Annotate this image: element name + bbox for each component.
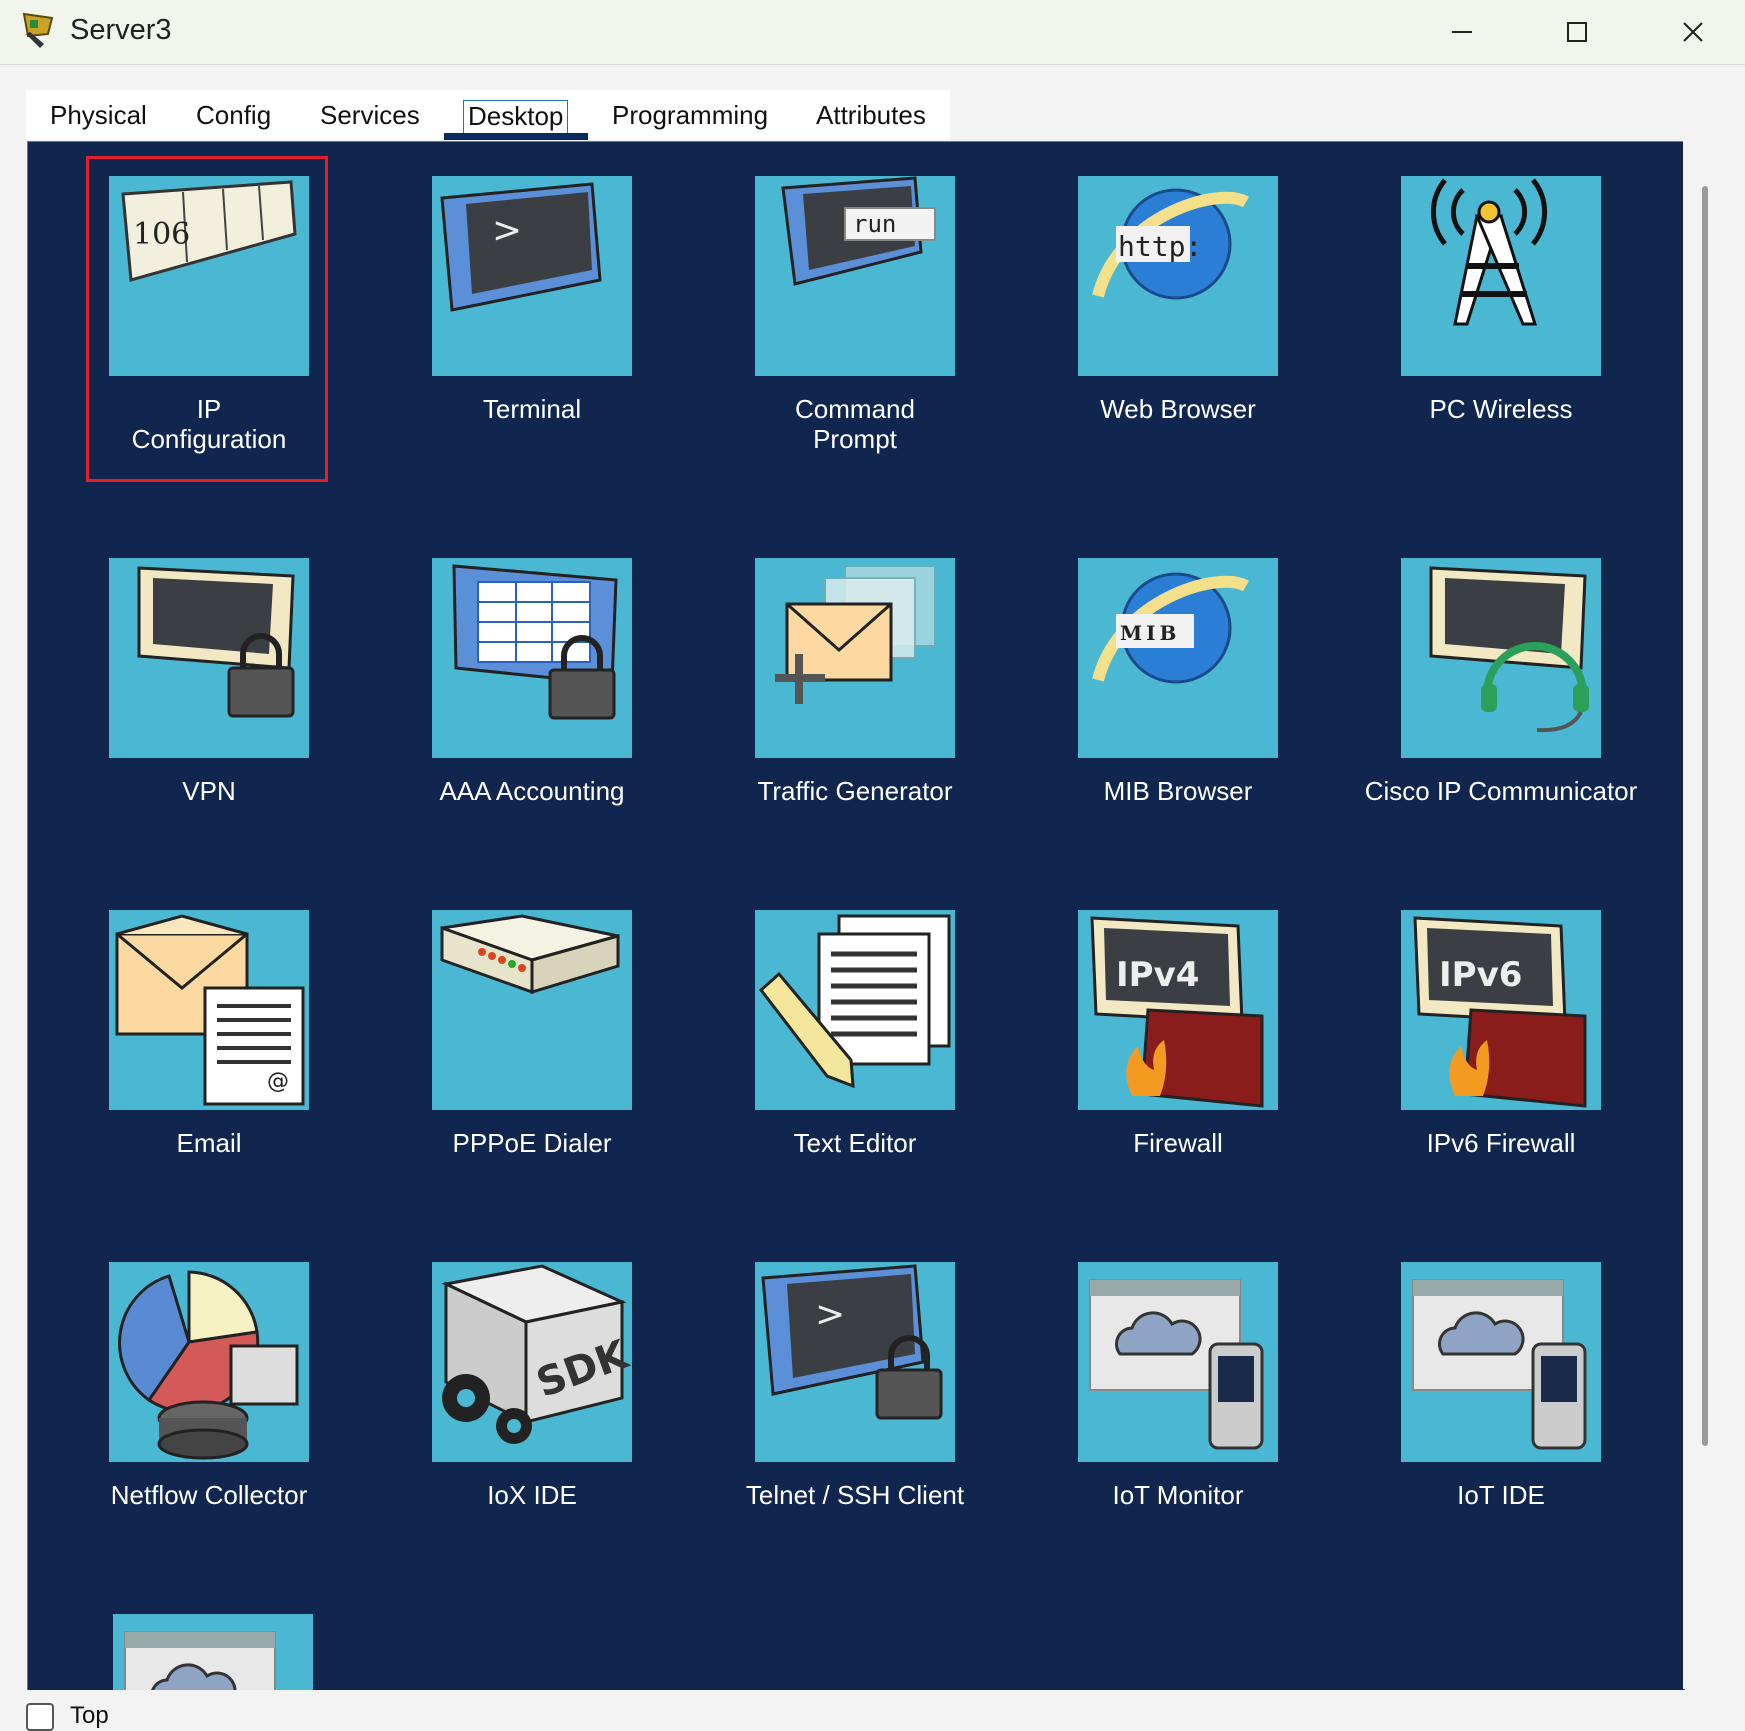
app-partial[interactable] — [63, 1614, 363, 1690]
app-pc-wireless[interactable]: PC Wireless — [1351, 176, 1651, 424]
svg-text:IPv4: IPv4 — [1116, 955, 1199, 995]
tab-programming[interactable]: Programming — [612, 100, 768, 134]
app-label: Web Browser — [1100, 394, 1256, 424]
app-label: Netflow Collector — [110, 1480, 308, 1510]
tab-attributes[interactable]: Attributes — [816, 100, 926, 134]
app-label: PC Wireless — [1429, 394, 1573, 424]
app-label: IoT IDE — [1457, 1480, 1545, 1510]
firewall-icon: IPv4 — [1078, 910, 1278, 1110]
active-tab-indicator — [444, 133, 588, 140]
app-netflow-collector[interactable]: Netflow Collector — [59, 1262, 359, 1510]
top-checkbox[interactable] — [26, 1703, 54, 1731]
window-title: Server3 — [70, 14, 172, 46]
telnet-ssh-icon: > — [755, 1262, 955, 1462]
app-iot-ide[interactable]: IoT IDE — [1351, 1262, 1651, 1510]
app-text-editor[interactable]: Text Editor — [705, 910, 1005, 1158]
app-label: Command Prompt — [795, 394, 915, 454]
vertical-scrollbar[interactable] — [1683, 141, 1719, 1689]
app-label: Traffic Generator — [757, 776, 953, 806]
pppoe-dialer-icon — [432, 910, 632, 1110]
app-command-prompt[interactable]: run Command Prompt — [705, 176, 1005, 454]
app-label: AAA Accounting — [439, 776, 625, 806]
app-label: Cisco IP Communicator — [1364, 776, 1638, 806]
svg-text:run: run — [853, 210, 896, 238]
iox-ide-icon: SDK — [432, 1262, 632, 1462]
app-web-browser[interactable]: http: Web Browser — [1028, 176, 1328, 424]
svg-text:>: > — [492, 210, 522, 251]
mib-browser-icon: MIB — [1078, 558, 1278, 758]
tab-config[interactable]: Config — [196, 100, 271, 134]
app-label: Email — [176, 1128, 242, 1158]
app-label: IP Configuration — [131, 394, 287, 454]
svg-text:@: @ — [267, 1069, 289, 1094]
app-vpn[interactable]: VPN — [59, 558, 359, 806]
app-aaa-accounting[interactable]: AAA Accounting — [382, 558, 682, 806]
app-label: IoT Monitor — [1112, 1480, 1244, 1510]
app-terminal[interactable]: > Terminal — [382, 176, 682, 424]
bottom-bar — [0, 1690, 1745, 1725]
vpn-monitor-lock-icon — [109, 558, 309, 758]
app-label: PPPoE Dialer — [452, 1128, 612, 1158]
app-label: Terminal — [482, 394, 582, 424]
close-button[interactable] — [1663, 10, 1723, 54]
text-editor-icon — [755, 910, 955, 1110]
netflow-collector-icon — [109, 1262, 309, 1462]
top-checkbox-label: Top — [70, 1702, 109, 1729]
ip-communicator-icon — [1401, 558, 1601, 758]
iot-ide-icon — [1401, 1262, 1601, 1462]
app-mib-browser[interactable]: MIB MIB Browser — [1028, 558, 1328, 806]
app-firewall[interactable]: IPv4 Firewall — [1028, 910, 1328, 1158]
app-iox-ide[interactable]: SDK IoX IDE — [382, 1262, 682, 1510]
tab-services[interactable]: Services — [320, 100, 420, 134]
scrollbar-thumb[interactable] — [1702, 186, 1708, 1446]
app-traffic-generator[interactable]: Traffic Generator — [705, 558, 1005, 806]
app-label: MIB Browser — [1103, 776, 1253, 806]
web-browser-icon: http: — [1078, 176, 1278, 376]
app-label: IPv6 Firewall — [1426, 1128, 1576, 1158]
minimize-button[interactable] — [1432, 10, 1492, 54]
terminal-icon: > — [432, 176, 632, 376]
partial-app-icon — [113, 1614, 313, 1690]
packet-tracer-app-icon — [18, 10, 58, 50]
maximize-button[interactable] — [1547, 10, 1607, 54]
svg-text:http:: http: — [1118, 230, 1202, 263]
title-bar: Server3 — [0, 0, 1745, 65]
ip-config-icon: 106 — [109, 176, 309, 376]
tab-desktop[interactable]: Desktop — [463, 100, 569, 136]
svg-text:106: 106 — [133, 217, 190, 252]
app-telnet-ssh-client[interactable]: > Telnet / SSH Client — [705, 1262, 1005, 1510]
svg-text:MIB: MIB — [1120, 621, 1180, 645]
app-label: Text Editor — [793, 1128, 917, 1158]
app-iot-monitor[interactable]: IoT Monitor — [1028, 1262, 1328, 1510]
app-label: Telnet / SSH Client — [745, 1480, 965, 1510]
wireless-tower-icon — [1401, 176, 1601, 376]
app-label: Firewall — [1133, 1128, 1223, 1158]
app-label: VPN — [182, 776, 236, 806]
svg-text:>: > — [815, 1294, 845, 1335]
aaa-accounting-icon — [432, 558, 632, 758]
tab-physical[interactable]: Physical — [50, 100, 147, 134]
svg-text:IPv6: IPv6 — [1439, 955, 1522, 995]
traffic-generator-icon — [755, 558, 955, 758]
desktop-panel: 106 IP Configuration > Terminal run Comma… — [27, 141, 1685, 1691]
app-ip-configuration[interactable]: 106 IP Configuration — [59, 176, 359, 454]
app-pppoe-dialer[interactable]: PPPoE Dialer — [382, 910, 682, 1158]
app-ipv6-firewall[interactable]: IPv6 IPv6 Firewall — [1351, 910, 1651, 1158]
ipv6-firewall-icon: IPv6 — [1401, 910, 1601, 1110]
app-email[interactable]: @ Email — [59, 910, 359, 1158]
iot-monitor-icon — [1078, 1262, 1278, 1462]
app-label: IoX IDE — [487, 1480, 577, 1510]
command-prompt-icon: run — [755, 176, 955, 376]
app-cisco-ip-communicator[interactable]: Cisco IP Communicator — [1351, 558, 1651, 806]
email-icon: @ — [109, 910, 309, 1110]
